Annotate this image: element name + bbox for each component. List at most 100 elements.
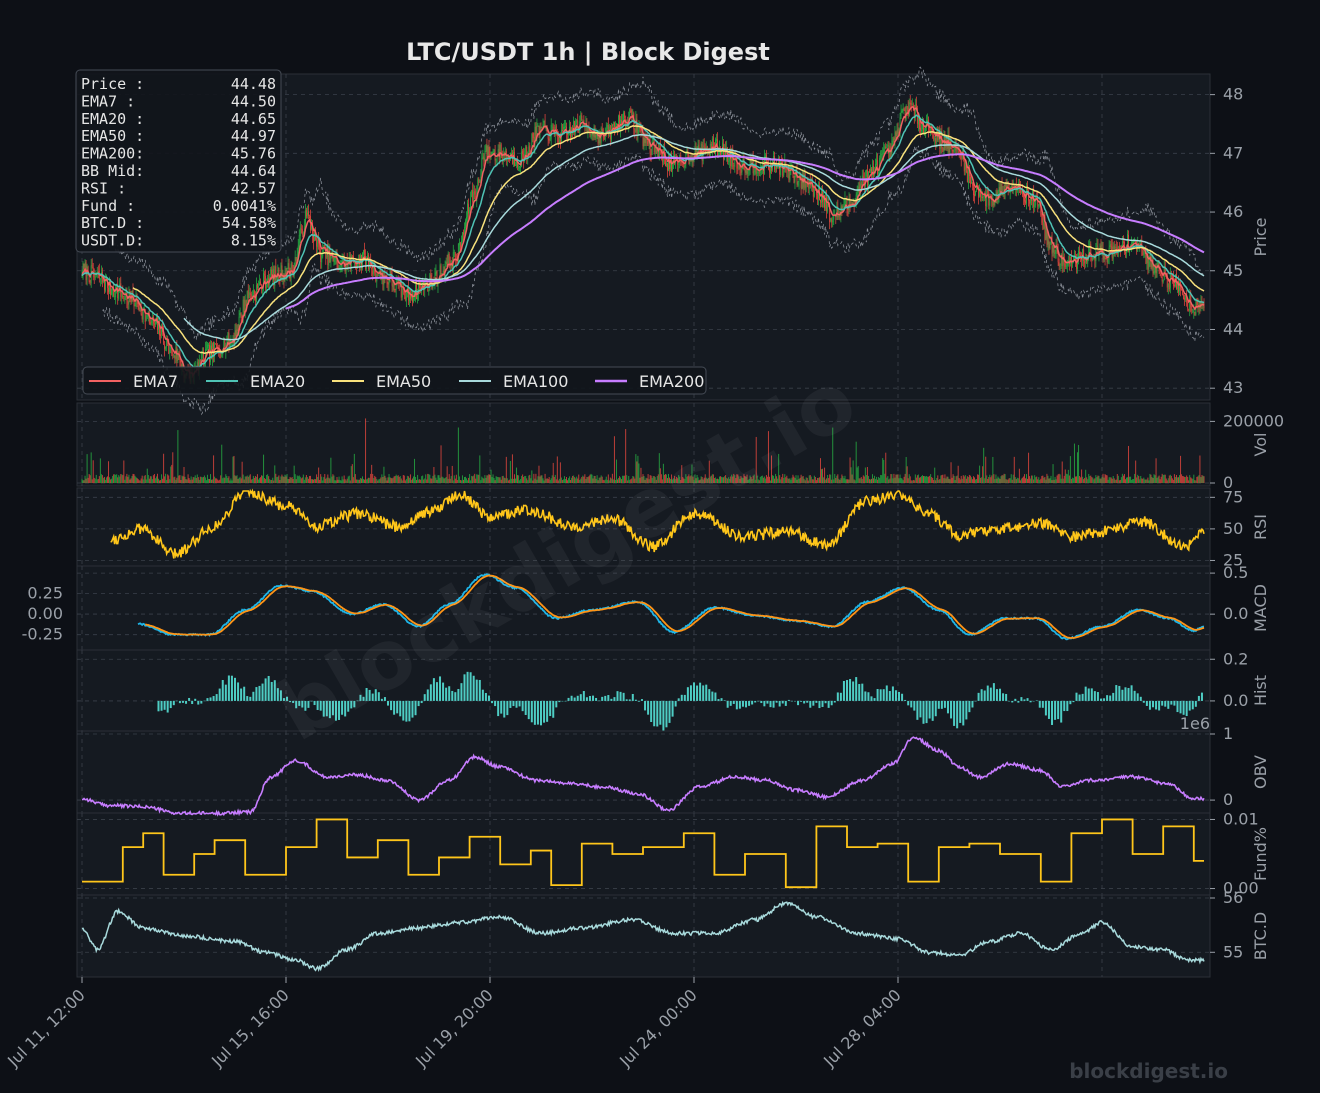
candle-body <box>1193 311 1195 313</box>
volume-bar <box>275 473 277 483</box>
volume-bar <box>1146 479 1148 483</box>
candle-body <box>623 112 625 121</box>
candle-body <box>637 129 639 135</box>
volume-bar <box>244 476 246 483</box>
volume-bar <box>138 480 140 483</box>
legend-label: EMA50 <box>376 372 431 391</box>
volume-bar <box>1122 475 1124 483</box>
volume-bar <box>511 454 513 483</box>
volume-bar <box>1033 479 1035 483</box>
volume-bar <box>1060 478 1062 483</box>
volume-bar <box>925 476 927 483</box>
histogram-bar <box>622 692 625 701</box>
candle-body <box>320 249 322 263</box>
volume-bar <box>235 476 237 483</box>
candle-body <box>1109 245 1111 247</box>
volume-bar <box>878 476 880 483</box>
volume-bar <box>291 477 293 483</box>
volume-bar <box>1168 475 1170 483</box>
histogram-bar <box>723 700 726 701</box>
histogram-bar <box>1017 700 1020 703</box>
legend: EMA7 EMA20 EMA50 EMA100 EMA200 <box>82 366 707 395</box>
candle-body <box>253 290 255 297</box>
volume-bar <box>870 478 872 483</box>
histogram-bar <box>234 677 236 701</box>
volume-bar <box>154 478 156 483</box>
histogram-bar <box>800 700 803 702</box>
volume-bar <box>932 478 934 483</box>
candle-body <box>897 129 899 134</box>
volume-bar <box>522 474 524 483</box>
volume-bar <box>818 477 820 483</box>
candle-body <box>1106 257 1108 262</box>
histogram-bar <box>656 700 659 727</box>
volume-bar <box>456 480 458 483</box>
volume-bar <box>1004 474 1006 483</box>
candle-body <box>458 242 460 245</box>
candle-body <box>316 238 318 247</box>
candle-body <box>146 313 148 317</box>
histogram-bar <box>469 672 472 701</box>
info-label: EMA20 : <box>81 110 144 128</box>
volume-bar <box>163 453 165 483</box>
volume-bar <box>367 478 369 483</box>
volume-bar <box>470 480 472 483</box>
histogram-bar <box>1069 700 1072 705</box>
volume-bar <box>933 480 935 483</box>
volume-bar <box>862 475 864 483</box>
candle-body <box>1091 257 1093 261</box>
histogram-bar <box>604 695 607 701</box>
volume-bar <box>104 479 106 483</box>
candle-body <box>650 153 652 155</box>
candle-body <box>1083 249 1085 262</box>
volume-bar <box>595 478 597 483</box>
histogram-bar <box>503 700 506 718</box>
candle-body <box>259 281 260 285</box>
volume-bar <box>98 476 100 483</box>
volume-bar <box>81 478 83 483</box>
histogram-bar <box>203 700 206 702</box>
candle-body <box>1183 295 1185 300</box>
volume-bar <box>873 478 875 483</box>
volume-bar <box>264 478 266 483</box>
volume-bar <box>376 478 378 483</box>
histogram-bar <box>588 695 591 701</box>
histogram-bar <box>965 700 968 720</box>
volume-bar <box>243 479 245 483</box>
volume-bar <box>458 476 460 483</box>
histogram-bar <box>595 697 598 701</box>
y-tick-label: 75 <box>1223 487 1243 506</box>
volume-bar <box>948 478 950 483</box>
volume-bar <box>205 480 207 483</box>
volume-bar <box>496 476 498 483</box>
candle-body <box>275 265 277 281</box>
volume-bar <box>389 477 391 483</box>
volume-bar <box>1070 479 1072 483</box>
histogram-bar <box>916 700 919 720</box>
volume-bar <box>1079 476 1081 483</box>
volume-bar <box>540 475 542 483</box>
histogram-bar <box>818 700 821 709</box>
candle-body <box>862 176 864 179</box>
candle-body <box>595 135 597 138</box>
volume-bar <box>359 478 361 483</box>
candle-body <box>880 154 882 159</box>
volume-bar <box>1132 479 1134 483</box>
volume-bar <box>333 475 335 483</box>
histogram-bar <box>717 699 720 701</box>
histogram-bar <box>637 700 640 702</box>
volume-bar <box>1184 476 1186 483</box>
candle-body <box>647 140 649 145</box>
volume-bar <box>110 479 112 483</box>
volume-bar <box>1089 476 1091 483</box>
candle-body <box>1084 261 1086 264</box>
volume-bar <box>955 476 957 483</box>
volume-bar <box>563 476 565 483</box>
candle-body <box>207 344 208 349</box>
candle-body <box>746 169 748 174</box>
y-tick-label: 55 <box>1223 942 1243 961</box>
info-value: 44.65 <box>231 110 276 128</box>
volume-bar <box>800 474 802 483</box>
volume-bar <box>86 454 88 483</box>
histogram-bar <box>524 700 527 715</box>
